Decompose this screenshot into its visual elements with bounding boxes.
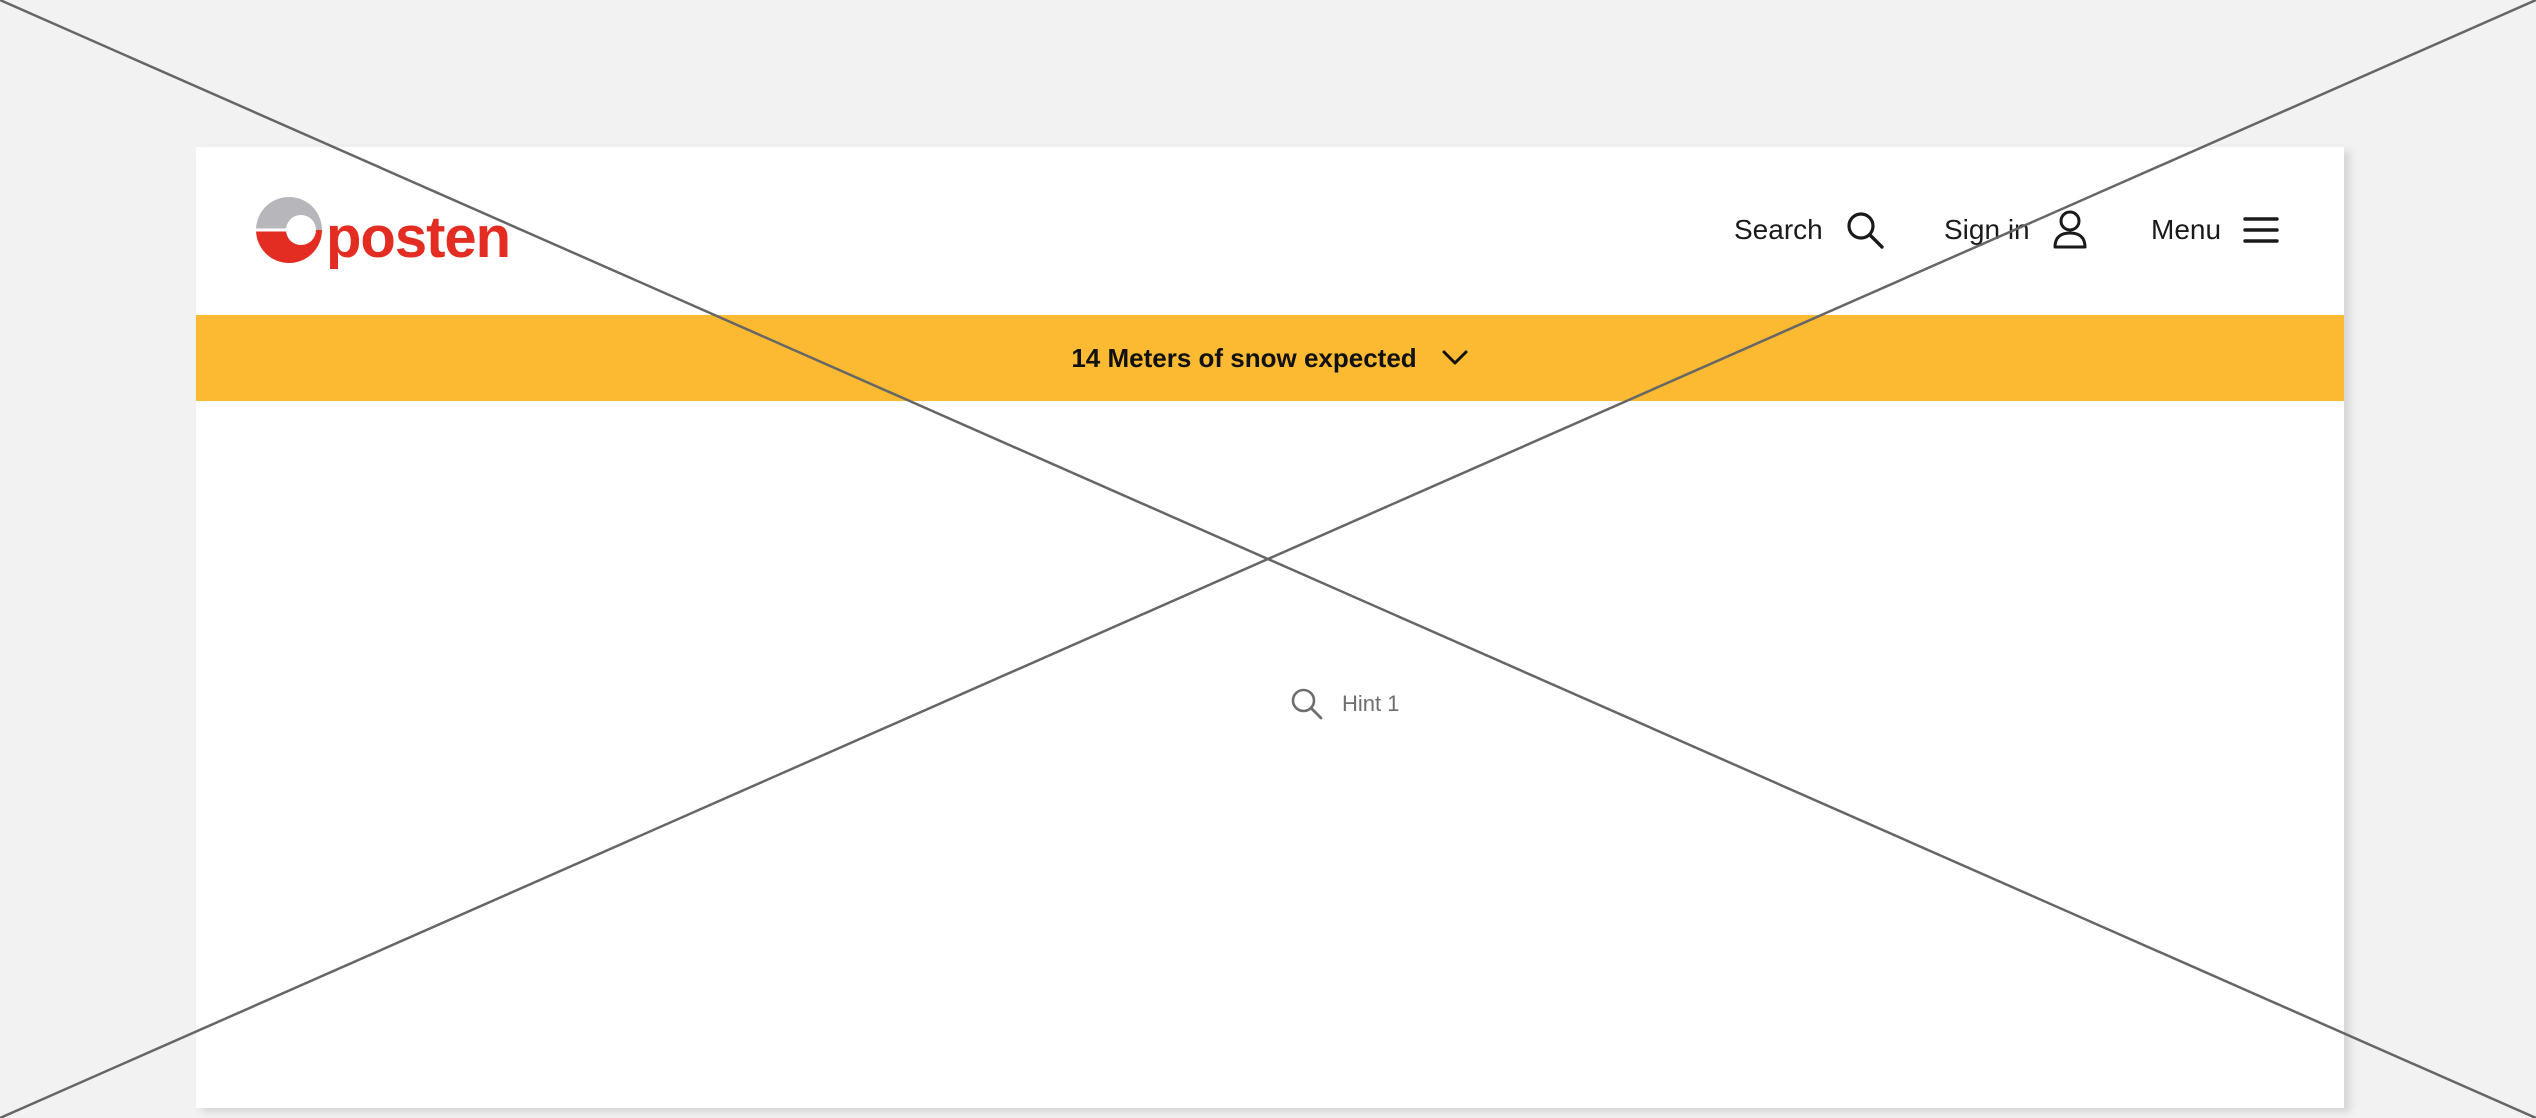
search-icon <box>1847 212 1884 249</box>
search-label: Search <box>1734 214 1823 245</box>
alert-banner[interactable]: 14 Meters of snow expected <box>196 315 2344 401</box>
hint-label: Hint 1 <box>1342 691 1400 716</box>
posten-logo-mark <box>256 197 322 263</box>
alert-banner-text: 14 Meters of snow expected <box>1071 342 1417 373</box>
search-icon <box>1291 688 1323 720</box>
chevron-down-icon <box>1442 350 1468 365</box>
posten-logo[interactable]: posten <box>254 192 511 270</box>
posten-logo-text: posten <box>326 205 511 270</box>
search-button[interactable]: Search <box>1734 205 1885 255</box>
hamburger-icon <box>2243 217 2279 243</box>
menu-label: Menu <box>2151 214 2222 245</box>
content-placeholder-hint: Hint 1 <box>1290 687 1399 721</box>
page-canvas: posten Search Sign in Menu 14 Meters of … <box>0 0 2536 1118</box>
sign-in-button[interactable]: Sign in <box>1944 205 2088 255</box>
menu-button[interactable]: Menu <box>2151 205 2279 255</box>
page-card: posten Search Sign in Menu 14 Meters of … <box>196 147 2344 1108</box>
site-header: posten Search Sign in Menu <box>196 147 2344 315</box>
sign-in-label: Sign in <box>1944 214 2030 245</box>
user-icon <box>2053 210 2087 249</box>
